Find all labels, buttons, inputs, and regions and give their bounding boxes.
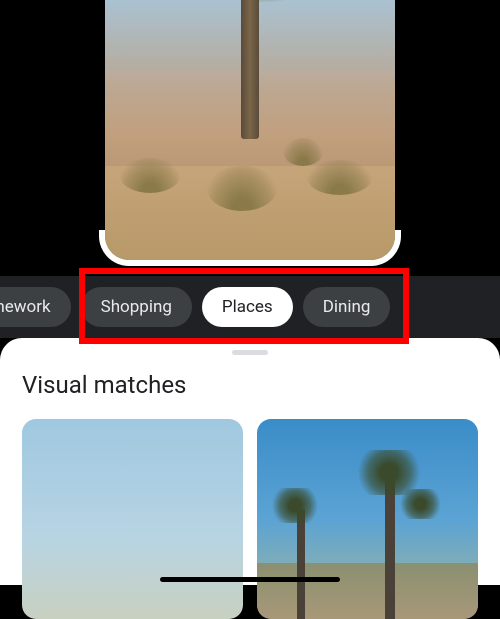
- chip-homework[interactable]: Homework: [0, 287, 71, 327]
- home-indicator[interactable]: [160, 577, 340, 582]
- match-thumbnail: [22, 419, 243, 619]
- match-thumbnail: [257, 419, 478, 619]
- match-result-1[interactable]: [22, 419, 243, 619]
- visual-matches-grid: [22, 419, 478, 619]
- sheet-drag-handle[interactable]: [232, 350, 268, 355]
- match-result-2[interactable]: [257, 419, 478, 619]
- chip-places[interactable]: Places: [202, 287, 293, 327]
- chip-shopping[interactable]: Shopping: [81, 287, 192, 327]
- results-bottom-sheet[interactable]: Visual matches: [0, 338, 500, 585]
- section-title: Visual matches: [22, 371, 478, 399]
- mode-chip-bar: Homework Shopping Places Dining: [0, 276, 500, 338]
- viewfinder-frame: [105, 0, 395, 260]
- chip-dining[interactable]: Dining: [303, 287, 391, 327]
- captured-image[interactable]: [105, 0, 395, 260]
